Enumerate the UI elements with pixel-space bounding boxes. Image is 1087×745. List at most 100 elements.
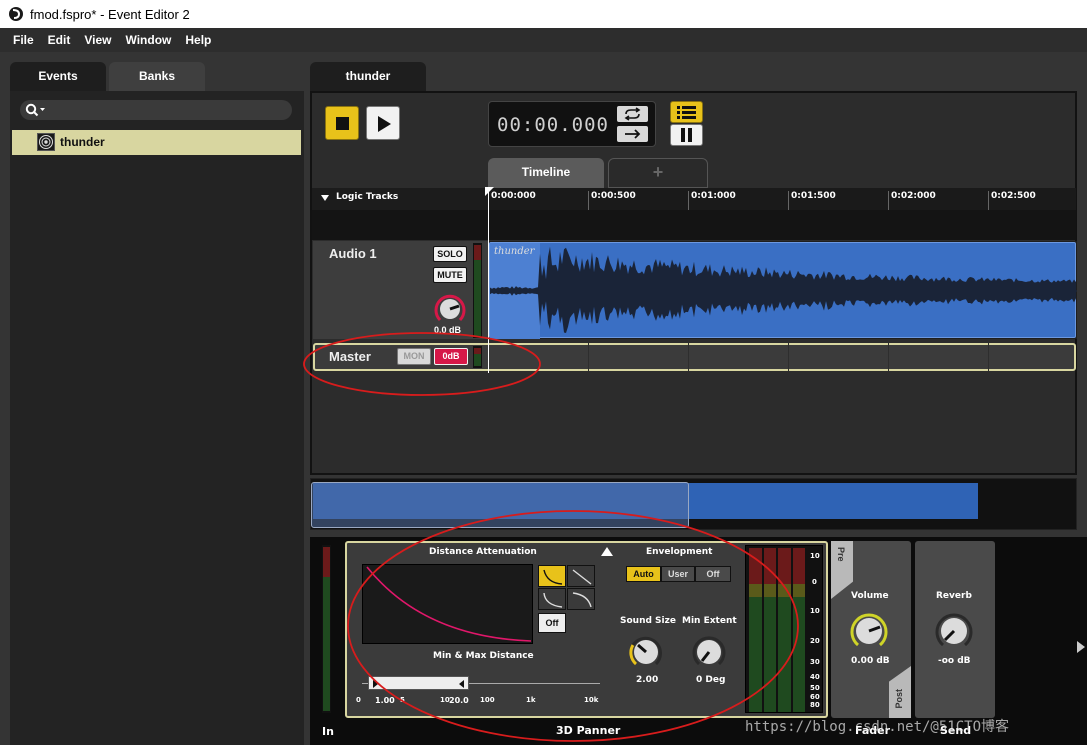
pause-button[interactable] — [670, 124, 703, 146]
fader-volume-knob[interactable] — [847, 609, 891, 653]
grid-line — [988, 343, 989, 371]
sound-size-knob[interactable] — [627, 633, 665, 671]
tab-timeline[interactable]: Timeline — [488, 158, 604, 188]
grid-line — [788, 343, 789, 371]
track-volume-knob[interactable] — [432, 291, 468, 327]
fader-volume-label: Volume — [851, 591, 889, 601]
logic-tracks-header[interactable]: Logic Tracks — [312, 188, 488, 210]
grid-line — [888, 343, 889, 371]
sound-size-label: Sound Size — [620, 616, 676, 626]
clip-name: thunder — [494, 246, 535, 257]
curve-squared-button[interactable] — [567, 588, 595, 610]
meter-scale-label: 50 — [810, 684, 820, 692]
follow-playhead-button[interactable] — [617, 126, 648, 142]
curve-log-button[interactable] — [538, 588, 566, 610]
search-box[interactable] — [20, 100, 292, 120]
min-max-distance-label: Min & Max Distance — [433, 651, 534, 661]
tab-thunder[interactable]: thunder — [310, 62, 426, 92]
attenuation-curve — [366, 566, 532, 642]
max-distance-value: 20.0 — [449, 696, 469, 705]
fader-volume-value: 0.00 dB — [851, 656, 890, 666]
curve-linear-button[interactable] — [567, 565, 595, 587]
stop-button[interactable] — [325, 106, 359, 140]
sound-size-value: 2.00 — [636, 675, 659, 685]
event-item-label: thunder — [60, 135, 105, 149]
distance-scale-label: 0 — [356, 696, 361, 704]
audio-clip-thunder[interactable]: thunder — [489, 242, 1077, 339]
meter-scale-label: 60 — [810, 693, 820, 701]
meter-scale-label: 30 — [810, 658, 820, 666]
menu-view[interactable]: View — [77, 28, 118, 52]
event-icon — [37, 133, 55, 151]
meter-scale-label: 10 — [810, 552, 820, 560]
playhead-marker-icon — [485, 187, 494, 196]
monitor-button[interactable]: MON — [397, 348, 431, 365]
tab-events[interactable]: Events — [10, 62, 106, 92]
send-module: Reverb -oo dB — [915, 541, 995, 718]
track-name: Audio 1 — [329, 246, 377, 261]
tab-banks[interactable]: Banks — [109, 62, 205, 92]
play-button[interactable] — [366, 106, 400, 140]
envelopment-off-button[interactable]: Off — [695, 566, 731, 582]
send-reverb-value: -oo dB — [938, 656, 971, 666]
ruler-label: 0:01:000 — [691, 191, 736, 201]
master-meter — [473, 346, 482, 368]
view-toggle-button[interactable] — [670, 101, 703, 123]
curve-off-button[interactable]: Off — [538, 613, 566, 633]
odb-button[interactable]: 0dB — [434, 348, 468, 365]
arrow-right-icon — [625, 129, 641, 139]
curve-linear-icon — [572, 569, 592, 585]
time-display: 00:00.000 — [488, 101, 656, 147]
track-header-audio-1[interactable]: Audio 1 SOLO MUTE 0.0 dB — [313, 241, 489, 339]
menu-help[interactable]: Help — [178, 28, 218, 52]
min-extent-knob[interactable] — [690, 633, 728, 671]
panner-title: 3D Panner — [556, 724, 621, 737]
overview-bar[interactable] — [310, 478, 1077, 530]
ruler-tick — [988, 191, 989, 211]
event-item-thunder[interactable]: thunder — [12, 130, 301, 155]
master-track[interactable]: Master MON 0dB — [313, 343, 1076, 371]
search-input[interactable] — [50, 102, 280, 118]
max-handle-icon[interactable] — [458, 679, 466, 689]
audio-track-lane[interactable]: thunder — [489, 241, 1077, 339]
ruler-tick — [588, 191, 589, 211]
send-reverb-label: Reverb — [936, 591, 972, 601]
expand-up-icon[interactable] — [600, 546, 614, 557]
menu-window[interactable]: Window — [118, 28, 178, 52]
distance-range[interactable] — [368, 676, 469, 690]
solo-button[interactable]: SOLO — [433, 246, 467, 262]
ruler-label: 0:02:500 — [991, 191, 1036, 201]
curve-log-icon — [543, 592, 563, 608]
menu-file[interactable]: File — [0, 28, 41, 52]
logic-track-lane[interactable] — [312, 210, 1076, 240]
curve-inverse-icon — [543, 569, 563, 585]
loop-button[interactable] — [617, 106, 648, 122]
distance-scale-label: 1k — [526, 696, 536, 704]
curve-squared-icon — [572, 592, 592, 608]
window-title-bar: fmod.fspro* - Event Editor 2 — [0, 0, 1087, 28]
menu-edit[interactable]: Edit — [41, 28, 78, 52]
meter-scale-label: 20 — [810, 637, 820, 645]
tab-add[interactable]: + — [608, 158, 708, 188]
envelopment-label: Envelopment — [646, 547, 713, 557]
ruler-label: 0:00:000 — [491, 191, 536, 201]
list-icon — [677, 106, 696, 119]
reverb-send-knob[interactable] — [932, 609, 976, 653]
scroll-right-icon[interactable] — [1076, 640, 1086, 654]
mute-button[interactable]: MUTE — [433, 267, 467, 283]
grid-line — [688, 343, 689, 371]
envelopment-auto-button[interactable]: Auto — [626, 566, 661, 582]
ruler-label: 0:00:500 — [591, 191, 636, 201]
master-name: Master — [329, 349, 371, 364]
ruler-label: 0:02:000 — [891, 191, 936, 201]
overview-viewport[interactable] — [311, 482, 689, 528]
events-panel: thunder — [10, 91, 304, 745]
menu-bar: File Edit View Window Help — [0, 28, 1087, 52]
envelopment-user-button[interactable]: User — [661, 566, 695, 582]
window-title: fmod.fspro* - Event Editor 2 — [30, 6, 190, 22]
playhead[interactable] — [488, 188, 489, 373]
curve-inverse-button[interactable] — [538, 565, 566, 587]
meter-scale-label: 40 — [810, 673, 820, 681]
min-handle-icon[interactable] — [371, 679, 379, 689]
fader-pre-label: Pre — [836, 547, 846, 562]
